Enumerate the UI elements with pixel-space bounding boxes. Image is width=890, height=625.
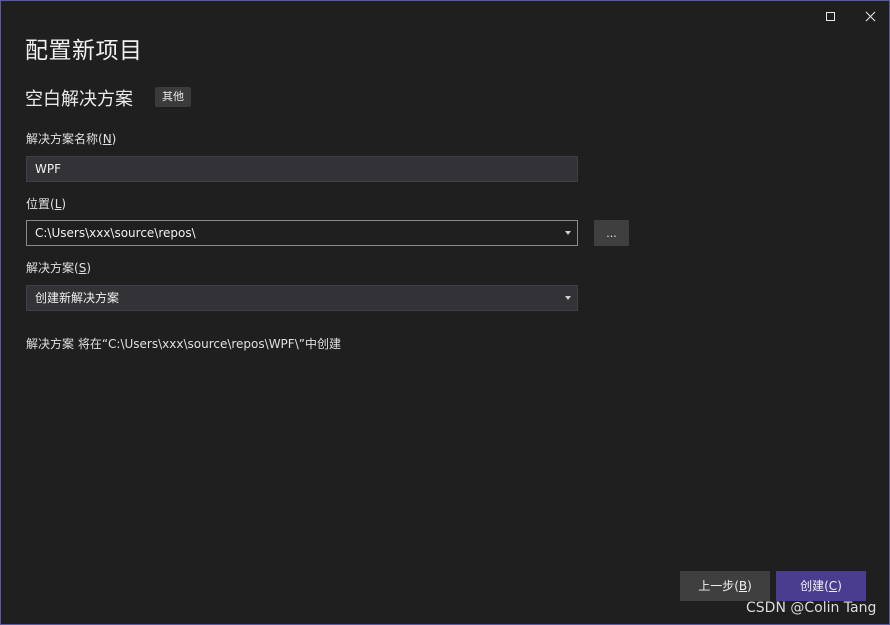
solution-select[interactable]: 创建新解决方案	[26, 285, 578, 311]
close-button[interactable]	[856, 5, 884, 27]
template-tag: 其他	[155, 87, 191, 107]
browse-button[interactable]: ...	[594, 220, 629, 246]
browse-label: ...	[606, 227, 617, 240]
chevron-down-icon[interactable]	[565, 296, 571, 300]
solution-name-label: 解决方案名称(N)	[26, 132, 117, 146]
solution-value: 创建新解决方案	[35, 291, 120, 305]
page-title: 配置新项目	[25, 38, 143, 64]
chevron-down-icon[interactable]	[565, 231, 571, 235]
create-button[interactable]: 创建(C)	[776, 571, 866, 601]
location-label: 位置(L)	[26, 197, 67, 211]
back-button[interactable]: 上一步(B)	[680, 571, 770, 601]
maximize-button[interactable]	[816, 5, 844, 27]
watermark: CSDN @Colin Tang	[746, 600, 877, 616]
solution-name-value: WPF	[35, 162, 62, 176]
template-name: 空白解决方案	[25, 89, 133, 110]
close-icon	[865, 11, 876, 22]
location-combobox[interactable]: C:\Users\xxx\source\repos\	[26, 220, 578, 246]
solution-label: 解决方案(S)	[26, 261, 91, 275]
maximize-icon	[825, 11, 835, 21]
configure-project-dialog: 配置新项目 空白解决方案 其他 解决方案名称(N) WPF 位置(L) C:\U…	[0, 0, 890, 625]
location-value: C:\Users\xxx\source\repos\	[35, 226, 196, 240]
solution-location-info: 解决方案 将在“C:\Users\xxx\source\repos\WPF\”中…	[26, 337, 341, 351]
solution-name-input[interactable]: WPF	[26, 156, 578, 182]
